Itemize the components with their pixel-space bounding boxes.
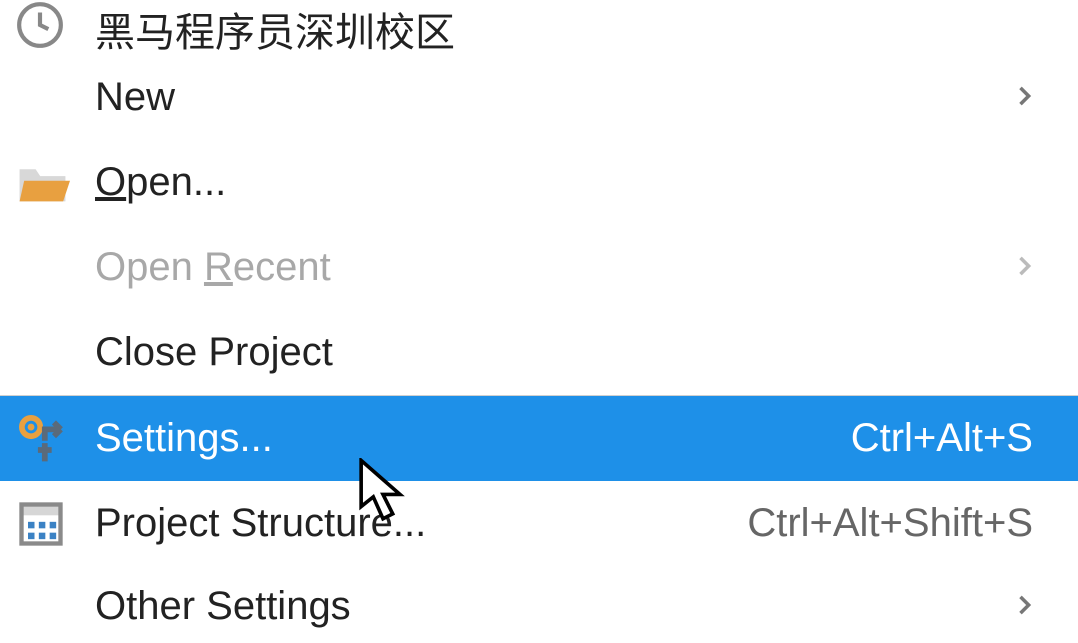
menu-item-new[interactable]: New	[0, 55, 1078, 140]
settings-icon	[15, 411, 95, 466]
chevron-right-icon	[1010, 245, 1038, 290]
project-structure-icon	[15, 498, 95, 550]
menu-item-shortcut: Ctrl+Alt+S	[851, 416, 1033, 461]
file-menu: 黑马程序员深圳校区 New Open... Open Recent	[0, 0, 1078, 643]
menu-item-close-project[interactable]: Close Project	[0, 310, 1078, 395]
clock-icon	[15, 0, 95, 50]
chevron-right-icon	[1010, 75, 1038, 120]
menu-item-label: 黑马程序员深圳校区	[95, 0, 1038, 58]
menu-item-label: Project Structure...	[95, 501, 747, 546]
menu-item-project-structure[interactable]: Project Structure... Ctrl+Alt+Shift+S	[0, 481, 1078, 566]
menu-item-label: New	[95, 75, 1010, 120]
menu-item-other-settings[interactable]: Other Settings	[0, 566, 1078, 629]
folder-open-icon	[15, 159, 95, 207]
chevron-right-icon	[1010, 584, 1038, 629]
menu-item-label: Close Project	[95, 330, 1038, 375]
menu-item-recent-project[interactable]: 黑马程序员深圳校区	[0, 0, 1078, 55]
menu-item-settings[interactable]: Settings... Ctrl+Alt+S	[0, 396, 1078, 481]
menu-item-label: Open...	[95, 160, 1038, 205]
menu-item-label: Settings...	[95, 416, 851, 461]
menu-item-open[interactable]: Open...	[0, 140, 1078, 225]
menu-item-shortcut: Ctrl+Alt+Shift+S	[747, 501, 1033, 546]
menu-item-open-recent: Open Recent	[0, 225, 1078, 310]
menu-item-label: Other Settings	[95, 584, 1010, 629]
menu-item-label: Open Recent	[95, 245, 1010, 290]
